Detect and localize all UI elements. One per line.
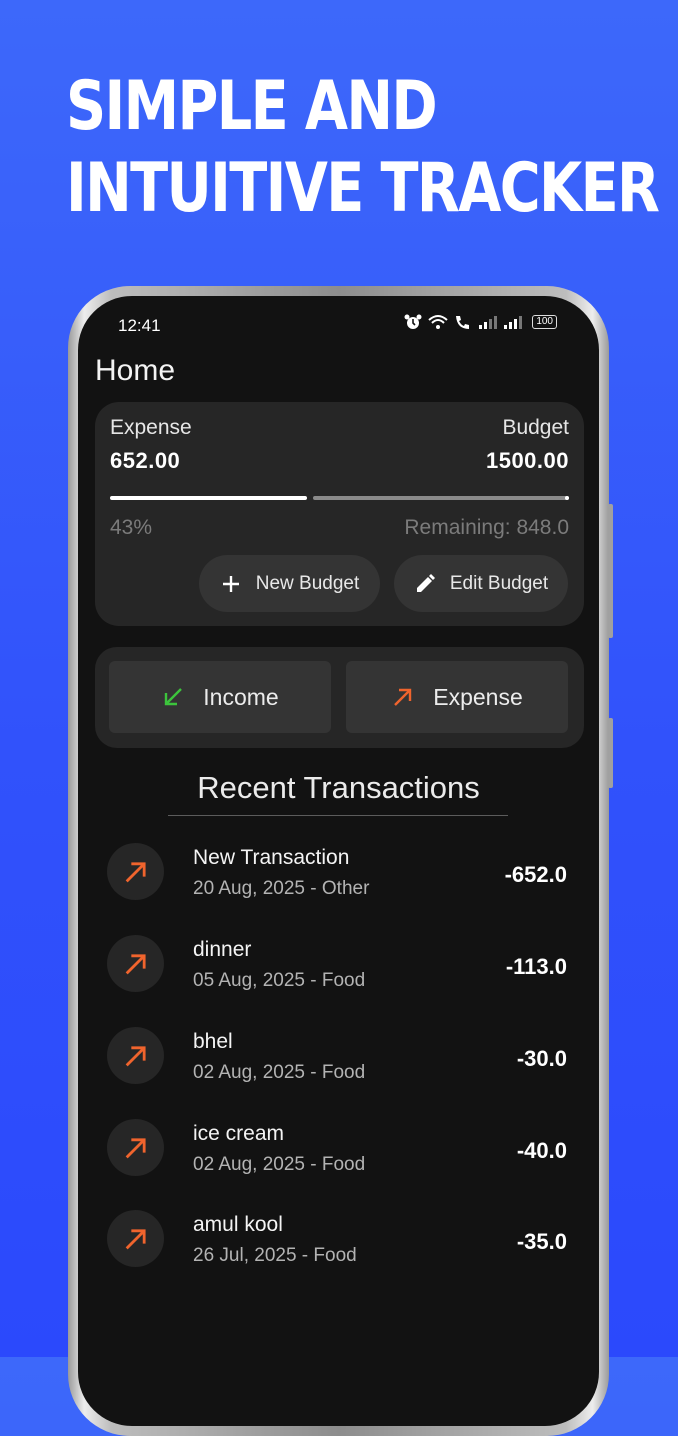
headline-line-2: INTUITIVE TRACKER [66, 149, 660, 228]
volume-button [608, 504, 613, 638]
transaction-amount: -40.0 [516, 1138, 567, 1163]
edit-budget-label: Edit Budget [449, 572, 549, 594]
expense-button[interactable]: Expense [346, 661, 568, 733]
signal-icon [479, 316, 498, 329]
transaction-amount: -30.0 [516, 1046, 567, 1071]
arrow-up-right-icon [125, 1137, 146, 1158]
transaction-icon-badge [107, 1027, 164, 1084]
percent-text: 43% [110, 516, 153, 539]
phone-screen: 12:41 100 Home Expense 652.00 Budget 150… [78, 296, 599, 1426]
status-icons: 100 [403, 314, 557, 330]
transaction-row[interactable]: amul kool 26 Jul, 2025 - Food -35.0 [78, 1195, 599, 1287]
transaction-row[interactable]: bhel 02 Aug, 2025 - Food -30.0 [78, 1012, 599, 1104]
transaction-amount: -113.0 [505, 954, 567, 979]
budget-card: Expense 652.00 Budget 1500.00 43% Remain… [95, 402, 584, 626]
transaction-meta: 02 Aug, 2025 - Food [193, 1154, 366, 1175]
transaction-row[interactable]: New Transaction 20 Aug, 2025 - Other -65… [78, 828, 599, 920]
expense-label: Expense [110, 416, 192, 439]
transaction-name: bhel [193, 1030, 233, 1053]
transaction-icon-badge [107, 935, 164, 992]
transaction-name: New Transaction [193, 846, 350, 869]
call-icon [456, 316, 470, 329]
arrow-up-right-icon [125, 861, 146, 882]
quick-actions-card: Income Expense [95, 647, 584, 748]
arrow-up-right-icon [125, 1045, 146, 1066]
divider [168, 815, 508, 816]
budget-value: 1500.00 [485, 448, 569, 473]
transaction-meta: 26 Jul, 2025 - Food [193, 1245, 357, 1266]
transaction-name: ice cream [193, 1122, 285, 1145]
transaction-row[interactable]: ice cream 02 Aug, 2025 - Food -40.0 [78, 1104, 599, 1196]
income-button[interactable]: Income [109, 661, 331, 733]
budget-progress-filled [110, 496, 307, 500]
transaction-amount: -652.0 [504, 862, 567, 887]
progress-end-dot [565, 496, 569, 500]
status-bar: 12:41 100 [78, 296, 599, 356]
remaining-text: Remaining: 848.0 [404, 516, 569, 539]
transaction-icon-badge [107, 1119, 164, 1176]
arrow-down-left-icon [165, 688, 183, 706]
recent-transactions-title: Recent Transactions [197, 770, 480, 805]
pencil-icon [416, 573, 435, 592]
expense-action-label: Expense [433, 683, 523, 710]
arrow-up-right-icon [394, 688, 412, 706]
transaction-meta: 02 Aug, 2025 - Food [193, 1062, 366, 1083]
budget-label: Budget [502, 416, 569, 439]
headline-line-1: SIMPLE AND [66, 67, 438, 146]
transaction-icon-badge [107, 1210, 164, 1267]
transaction-amount: -35.0 [516, 1229, 567, 1254]
arrow-up-right-icon [125, 953, 146, 974]
plus-icon [222, 575, 239, 592]
phone-frame: 12:41 100 Home Expense 652.00 Budget 150… [68, 286, 613, 1436]
signal-icon [504, 316, 523, 329]
headline: SIMPLE AND INTUITIVE TRACKER [66, 66, 660, 230]
transaction-meta: 20 Aug, 2025 - Other [193, 878, 370, 899]
battery-icon: 100 [532, 315, 557, 329]
alarm-icon [404, 314, 422, 329]
status-time: 12:41 [118, 316, 161, 335]
transaction-row[interactable]: dinner 05 Aug, 2025 - Food -113.0 [78, 920, 599, 1012]
new-budget-button[interactable]: New Budget [199, 555, 380, 612]
budget-progress-remaining [313, 496, 569, 500]
income-label: Income [203, 683, 279, 710]
transaction-icon-badge [107, 843, 164, 900]
edit-budget-button[interactable]: Edit Budget [394, 555, 568, 612]
new-budget-label: New Budget [255, 572, 360, 594]
transaction-name: dinner [193, 938, 252, 961]
page-title: Home [95, 354, 176, 387]
power-button [608, 718, 613, 788]
transaction-meta: 05 Aug, 2025 - Food [193, 970, 366, 991]
transaction-name: amul kool [193, 1213, 283, 1236]
wifi-icon [428, 315, 448, 329]
expense-value: 652.00 [110, 448, 181, 473]
arrow-up-right-icon [125, 1228, 146, 1249]
